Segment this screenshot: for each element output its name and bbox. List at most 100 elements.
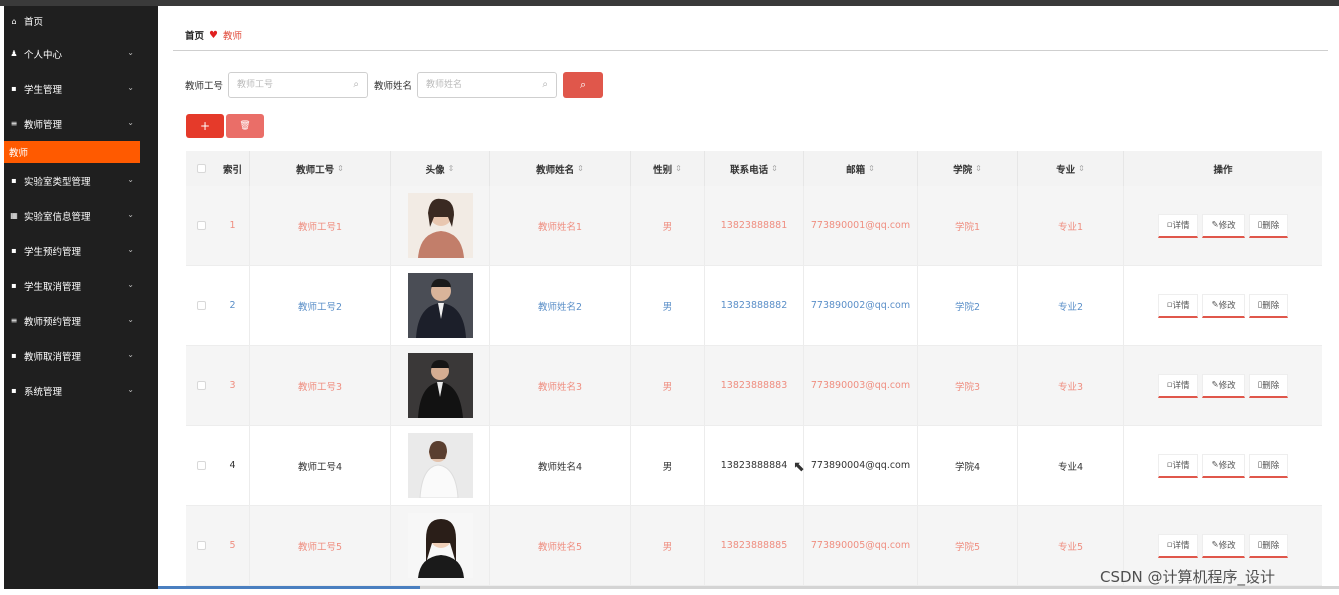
table-row: 1 教师工号1 教师姓名1 男 13823888881 773890001@qq… [186,186,1322,266]
teacher-table: 索引 教师工号 ⇕ 头像 ⇕ 教师姓名 ⇕ 性别 ⇕ 联系电话 ⇕ 邮箱 ⇕ 学院 ⇕ 专业 ⇕… [186,151,1322,586]
edit-button[interactable]: ✎ 修改 [1202,533,1245,558]
sidebar-item-label: 教师管理 [24,119,63,131]
sidebar-item-students[interactable]: ▪ 学生管理 ⌄ [4,71,158,106]
cell-name: 教师姓名3 [490,346,631,425]
delete-button[interactable]: ▯ 删除 [1248,293,1289,318]
avatar [407,433,473,498]
header-label: 头像 [425,164,445,176]
name-search-input[interactable] [426,74,537,96]
chevron-down-icon: ⌄ [127,175,134,184]
row-checkbox-cell [186,266,216,345]
edit-label: 修改 [1218,541,1236,551]
sidebar-item-lab-info[interactable]: ▦ 实验室信息管理 ⌄ [4,198,158,233]
delete-button[interactable]: ▯ 删除 [1248,453,1289,478]
sidebar-item-label: 学生取消管理 [24,281,82,293]
search-bar: 教师工号 ⌕ 教师姓名 ⌕ ⌕ [185,72,604,98]
cell-sex: 男 [631,506,705,585]
row-checkbox[interactable] [196,381,206,390]
sidebar-item-teacher-cancel[interactable]: ▪ 教师取消管理 ⌄ [4,338,158,373]
select-all-checkbox[interactable] [196,164,206,173]
sidebar-item-system[interactable]: ▪ 系统管理 ⌄ [4,373,158,408]
header-college[interactable]: 学院 ⇕ [918,151,1018,186]
cell-major: 专业2 [1018,266,1124,345]
header-label: 联系电话 [730,164,769,176]
sidebar-item-student-booking[interactable]: ▪ 学生预约管理 ⌄ [4,233,158,268]
cell-name: 教师姓名4 [490,426,631,505]
header-actions: 操作 [1124,151,1322,186]
sidebar-item-label: 实验室类型管理 [24,176,91,188]
cell-name: 教师姓名5 [490,506,631,585]
sidebar-item-student-cancel[interactable]: ▪ 学生取消管理 ⌄ [4,268,158,303]
table-row: 3 教师工号3 教师姓名3 男 13823888883 773890003@qq… [186,346,1322,426]
cell-phone: 13823888882 [705,266,804,345]
header-major[interactable]: 专业 ⇕ [1018,151,1124,186]
header-label: 专业 [1056,164,1076,176]
edit-button[interactable]: ✎ 修改 [1202,293,1245,318]
horizontal-scrollbar-thumb[interactable] [158,586,420,589]
chevron-down-icon: ⌄ [127,245,134,254]
avatar [407,273,473,338]
row-checkbox[interactable] [196,461,206,470]
sort-icon: ⇕ [447,164,455,173]
sidebar-item-label: 学生管理 [24,84,63,96]
detail-button[interactable]: ▫ 详情 [1157,453,1199,478]
edit-button[interactable]: ✎ 修改 [1202,453,1245,478]
cell-sex: 男 [631,346,705,425]
sidebar-item-label: 首页 [24,17,44,28]
edit-button[interactable]: ✎ 修改 [1202,373,1245,398]
sidebar-item-home[interactable]: ⌂ 首页 [4,6,158,36]
header-gonghao[interactable]: 教师工号 ⇕ [250,151,391,186]
edit-button[interactable]: ✎ 修改 [1202,213,1245,238]
row-checkbox[interactable] [196,221,206,230]
row-checkbox[interactable] [196,301,206,310]
search-label-name: 教师姓名 [374,81,413,92]
add-button[interactable]: + [186,114,224,138]
search-button[interactable]: ⌕ [563,72,604,98]
cell-email: 773890001@qq.com [804,186,918,265]
search-label-gonghao: 教师工号 [185,81,224,92]
header-label: 操作 [1213,164,1233,176]
header-label: 邮箱 [846,164,866,176]
header-sex[interactable]: 性别 ⇕ [631,151,705,186]
cell-phone: 13823888881 [705,186,804,265]
detail-label: 详情 [1172,301,1190,311]
delete-button[interactable]: ▯ 删除 [1248,373,1289,398]
detail-button[interactable]: ▫ 详情 [1157,373,1199,398]
cell-college: 学院4 [918,426,1018,505]
header-name[interactable]: 教师姓名 ⇕ [490,151,631,186]
breadcrumb-home[interactable]: 首页 [185,28,204,42]
detail-button[interactable]: ▫ 详情 [1157,213,1199,238]
main-content: 首页 ♥ 教师 教师工号 ⌕ 教师姓名 ⌕ ⌕ + 🗑 索引 教师工号⇕ 头像⇕… [158,6,1339,595]
header-email[interactable]: 邮箱 ⇕ [804,151,918,186]
sidebar-item-profile[interactable]: ♟ 个人中心 ⌄ [4,36,158,71]
row-checkbox[interactable] [196,541,206,550]
header-phone[interactable]: 联系电话 ⇕ [705,151,804,186]
header-avatar[interactable]: 头像 ⇕ [391,151,490,186]
row-checkbox-cell [186,186,216,265]
gonghao-search-input[interactable] [237,74,348,96]
sort-icon: ⇕ [771,164,778,173]
detail-button[interactable]: ▫ 详情 [1157,293,1199,318]
sidebar-item-label: 教师取消管理 [24,351,82,363]
batch-delete-button[interactable]: 🗑 [226,114,264,138]
cell-email: 773890002@qq.com [804,266,918,345]
delete-button[interactable]: ▯ 删除 [1248,533,1289,558]
header-label: 性别 [653,164,673,176]
sort-icon: ⇕ [675,164,682,173]
sidebar-subitem-teacher[interactable]: 教师 [4,141,140,163]
delete-button[interactable]: ▯ 删除 [1248,213,1289,238]
header-index: 索引 [216,151,250,186]
cell-phone: 13823888885 [705,506,804,585]
chevron-down-icon: ⌄ [127,48,134,57]
header-label: 学院 [953,164,973,176]
detail-button[interactable]: ▫ 详情 [1157,533,1199,558]
sidebar-item-lab-types[interactable]: ▪ 实验室类型管理 ⌄ [4,163,158,198]
sidebar-item-teachers[interactable]: ≡ 教师管理 ⌄ [4,106,158,141]
sidebar-item-teacher-booking[interactable]: ≡ 教师预约管理 ⌄ [4,303,158,338]
cell-gonghao: 教师工号5 [250,506,391,585]
action-bar: + 🗑 [186,114,266,138]
detail-label: 详情 [1172,541,1190,551]
cell-sex: 男 [631,186,705,265]
header-label: 教师姓名 [536,164,575,176]
cell-index: 4 [216,426,250,505]
